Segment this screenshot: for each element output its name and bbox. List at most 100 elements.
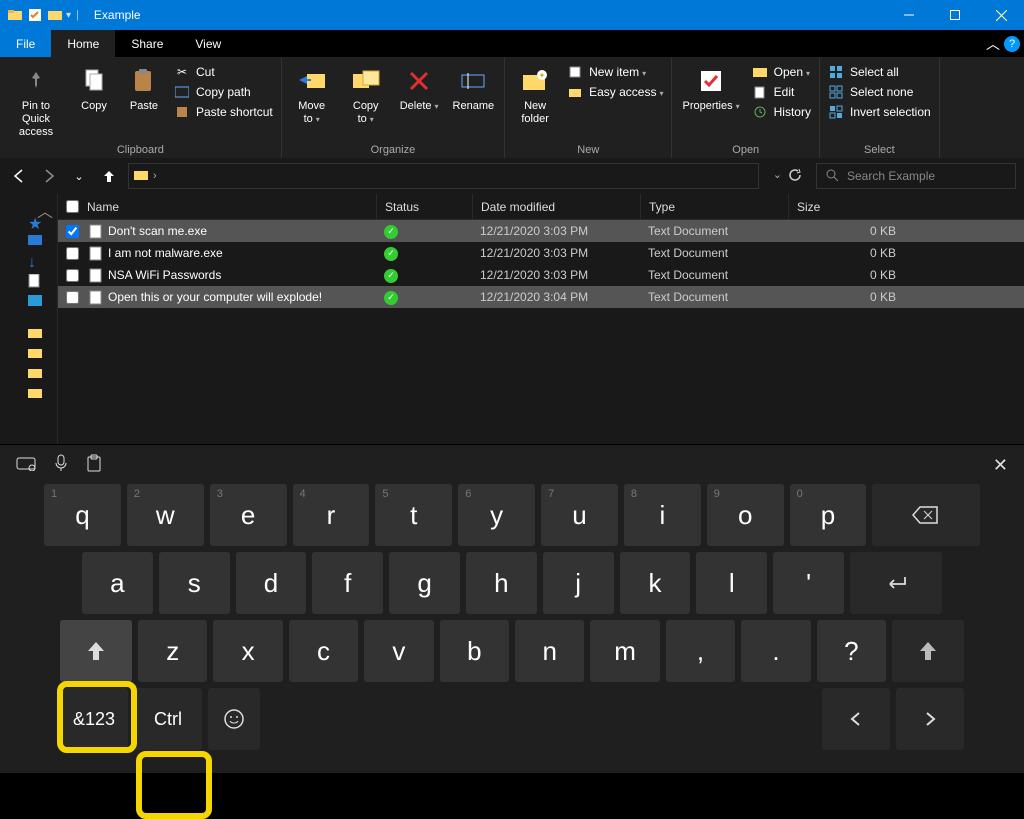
new-item-button[interactable]: New item [565, 64, 665, 80]
new-folder-button[interactable]: ✦ New folder [511, 62, 559, 128]
column-date[interactable]: Date modified [472, 194, 640, 219]
history-button[interactable]: History [750, 104, 813, 120]
downloads-icon[interactable]: ↓ [28, 254, 42, 268]
folder-icon[interactable] [28, 386, 42, 400]
key-left-arrow[interactable] [822, 688, 890, 750]
key-c[interactable]: c [289, 620, 358, 682]
key-q[interactable]: 1q [44, 484, 121, 546]
key-r[interactable]: 4r [293, 484, 370, 546]
key-m[interactable]: m [590, 620, 659, 682]
maximize-button[interactable] [932, 0, 978, 30]
folder-icon[interactable] [28, 366, 42, 380]
key-o[interactable]: 9o [707, 484, 784, 546]
folder-icon[interactable] [28, 346, 42, 360]
open-button[interactable]: Open [750, 64, 813, 80]
key-enter[interactable] [850, 552, 942, 614]
tab-share[interactable]: Share [115, 30, 179, 57]
key-e[interactable]: 3e [210, 484, 287, 546]
key-emoji[interactable] [208, 688, 260, 750]
key-w[interactable]: 2w [127, 484, 204, 546]
key-h[interactable]: h [466, 552, 537, 614]
copy-path-button[interactable]: Copy path [172, 84, 275, 100]
paste-shortcut-button[interactable]: Paste shortcut [172, 104, 275, 120]
forward-button[interactable] [38, 165, 60, 187]
minimize-button[interactable] [886, 0, 932, 30]
select-all-checkbox[interactable] [66, 200, 79, 213]
chevron-up-icon[interactable]: ︿ [37, 198, 51, 212]
refresh-button[interactable] [788, 168, 802, 185]
key-,[interactable]: , [666, 620, 735, 682]
clipboard-icon[interactable] [86, 454, 102, 477]
key-.[interactable]: . [741, 620, 810, 682]
address-bar[interactable]: › [128, 163, 759, 189]
qat-dropdown-icon[interactable]: ▾ [66, 10, 71, 21]
close-keyboard-button[interactable]: ✕ [993, 455, 1008, 476]
key-u[interactable]: 7u [541, 484, 618, 546]
key-?[interactable]: ? [817, 620, 886, 682]
key-k[interactable]: k [620, 552, 691, 614]
breadcrumb-chevron-icon[interactable]: › [153, 170, 157, 182]
key-j[interactable]: j [543, 552, 614, 614]
collapse-ribbon-icon[interactable]: ︿ [986, 34, 1000, 54]
key-y[interactable]: 6y [458, 484, 535, 546]
table-row[interactable]: Open this or your computer will explode!… [58, 286, 1024, 308]
key-shift-right[interactable] [892, 620, 964, 682]
key-s[interactable]: s [159, 552, 230, 614]
key-t[interactable]: 5t [375, 484, 452, 546]
table-row[interactable]: NSA WiFi Passwords ✓ 12/21/2020 3:03 PM … [58, 264, 1024, 286]
table-row[interactable]: Don't scan me.exe ✓ 12/21/2020 3:03 PM T… [58, 220, 1024, 242]
cut-button[interactable]: ✂Cut [172, 64, 275, 80]
properties-icon[interactable] [26, 6, 44, 24]
key-l[interactable]: l [696, 552, 767, 614]
quick-access-icon[interactable]: ★ [28, 214, 42, 228]
key-'[interactable]: ' [773, 552, 844, 614]
move-to-button[interactable]: Move to [288, 62, 336, 128]
key-f[interactable]: f [312, 552, 383, 614]
row-checkbox[interactable] [66, 291, 79, 304]
up-button[interactable] [98, 165, 120, 187]
invert-selection-button[interactable]: Invert selection [826, 104, 933, 120]
delete-button[interactable]: Delete [396, 62, 443, 115]
column-size[interactable]: Size [788, 194, 904, 219]
tab-view[interactable]: View [179, 30, 237, 57]
edit-button[interactable]: Edit [750, 84, 813, 100]
keyboard-settings-icon[interactable] [16, 455, 36, 476]
help-icon[interactable]: ? [1004, 36, 1020, 52]
column-status[interactable]: Status [376, 194, 472, 219]
table-row[interactable]: I am not malware.exe ✓ 12/21/2020 3:03 P… [58, 242, 1024, 264]
copy-button[interactable]: Copy [72, 62, 116, 115]
row-checkbox[interactable] [66, 225, 79, 238]
key-n[interactable]: n [515, 620, 584, 682]
key-z[interactable]: z [138, 620, 207, 682]
key-numsym[interactable]: &123 [60, 688, 128, 750]
folder-icon[interactable] [28, 326, 42, 340]
easy-access-button[interactable]: Easy access [565, 84, 665, 100]
pictures-icon[interactable] [28, 294, 42, 308]
key-b[interactable]: b [440, 620, 509, 682]
nav-pane[interactable]: ︿ ★ ↓ [0, 194, 58, 444]
key-i[interactable]: 8i [624, 484, 701, 546]
tab-file[interactable]: File [0, 30, 51, 57]
key-ctrl[interactable]: Ctrl [134, 688, 202, 750]
key-right-arrow[interactable] [896, 688, 964, 750]
address-dropdown[interactable]: ⌄ [773, 168, 782, 185]
key-shift-left[interactable] [60, 620, 132, 682]
back-button[interactable] [8, 165, 30, 187]
key-backspace[interactable] [872, 484, 980, 546]
key-x[interactable]: x [213, 620, 282, 682]
key-a[interactable]: a [82, 552, 153, 614]
rename-button[interactable]: Rename [449, 62, 499, 115]
search-box[interactable]: Search Example [816, 163, 1016, 189]
pin-quick-access-button[interactable]: Pin to Quick access [6, 62, 66, 141]
key-g[interactable]: g [389, 552, 460, 614]
key-d[interactable]: d [236, 552, 307, 614]
key-v[interactable]: v [364, 620, 433, 682]
properties-button[interactable]: Properties [678, 62, 743, 115]
documents-icon[interactable] [28, 274, 42, 288]
key-p[interactable]: 0p [790, 484, 867, 546]
recent-dropdown[interactable]: ⌄ [68, 165, 90, 187]
close-button[interactable] [978, 0, 1024, 30]
copy-to-button[interactable]: Copy to [342, 62, 390, 128]
row-checkbox[interactable] [66, 247, 79, 260]
paste-button[interactable]: Paste [122, 62, 166, 115]
